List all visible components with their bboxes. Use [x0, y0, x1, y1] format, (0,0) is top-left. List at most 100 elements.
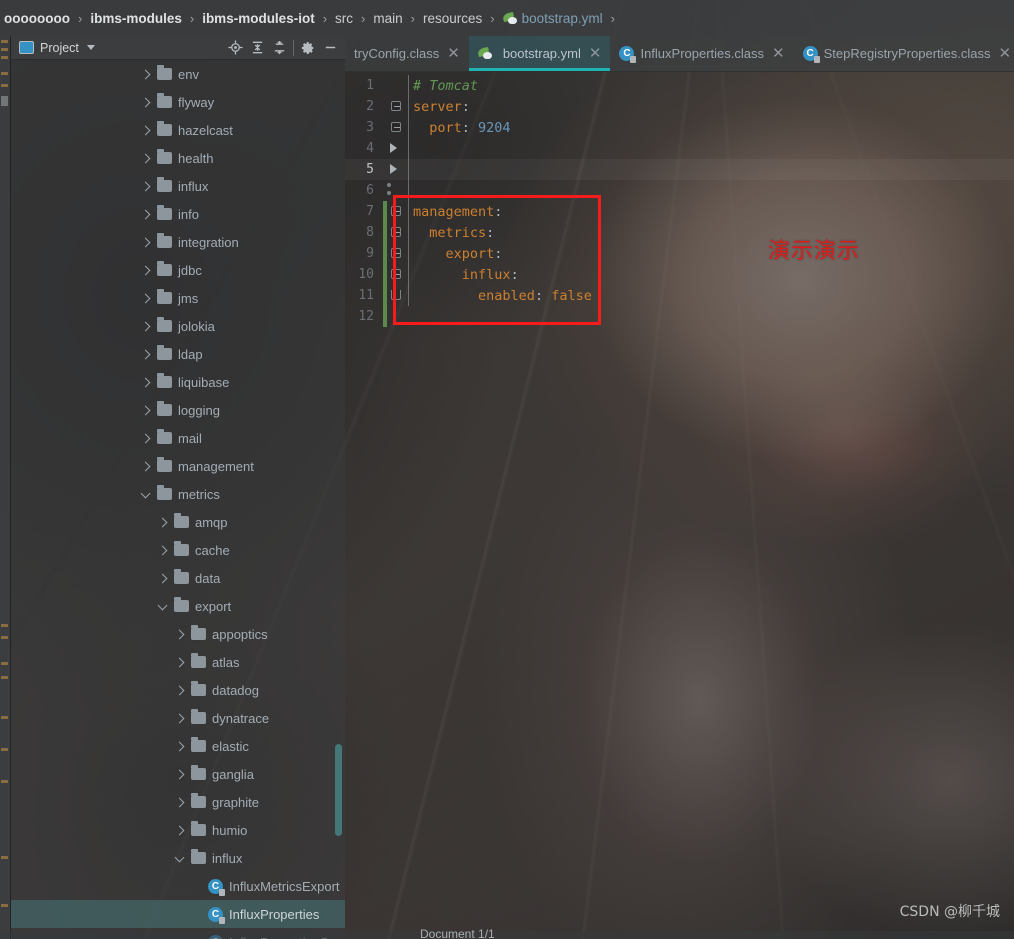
fold-collapse-icon[interactable] [391, 122, 401, 132]
tree-item-folder[interactable]: graphite [11, 788, 345, 816]
left-tool-strip[interactable] [0, 36, 11, 939]
editor-gutter[interactable] [383, 117, 409, 138]
tree-item-folder[interactable]: metrics [11, 480, 345, 508]
code-line[interactable]: 4 [345, 138, 1014, 159]
code-line[interactable]: 9 export: [345, 243, 1014, 264]
editor-gutter[interactable] [383, 306, 409, 327]
run-arrow-icon[interactable] [390, 143, 397, 153]
tree-item-folder[interactable]: env [11, 60, 345, 88]
code-line[interactable]: 11 enabled: false [345, 285, 1014, 306]
breadcrumb-item-main[interactable]: main [371, 11, 404, 26]
chevron-right-icon[interactable] [175, 713, 186, 724]
tree-item-folder[interactable]: export [11, 592, 345, 620]
editor-gutter[interactable] [383, 180, 409, 201]
chevron-right-icon[interactable] [141, 377, 152, 388]
close-tab-icon[interactable]: ✕ [447, 46, 460, 61]
chevron-down-icon[interactable] [86, 45, 95, 50]
tree-item-folder[interactable]: mail [11, 424, 345, 452]
chevron-right-icon[interactable] [141, 181, 152, 192]
tree-item-folder[interactable]: management [11, 452, 345, 480]
breadcrumb-item-ibms-modules[interactable]: ibms-modules [88, 11, 184, 26]
project-tree[interactable]: env flyway hazelcast health influx info integr… [11, 60, 345, 939]
chevron-right-icon[interactable] [175, 657, 186, 668]
tree-item-folder[interactable]: data [11, 564, 345, 592]
tree-item-folder[interactable]: dynatrace [11, 704, 345, 732]
tree-item-folder[interactable]: jdbc [11, 256, 345, 284]
editor-gutter[interactable] [383, 264, 409, 285]
breadcrumb-item-src[interactable]: src [333, 11, 355, 26]
code-line[interactable]: 3 port: 9204 [345, 117, 1014, 138]
tree-item-folder[interactable]: influx [11, 172, 345, 200]
chevron-right-icon[interactable] [141, 237, 152, 248]
editor-gutter[interactable] [383, 159, 409, 180]
tree-item-folder[interactable]: liquibase [11, 368, 345, 396]
sidebar-scrollbar-thumb[interactable] [335, 744, 342, 836]
breadcrumb-item-bootstrap-yml[interactable]: bootstrap.yml [501, 11, 605, 26]
code-line[interactable]: 12 [345, 306, 1014, 327]
tree-item-folder[interactable]: ganglia [11, 760, 345, 788]
editor-gutter[interactable] [383, 222, 409, 243]
tree-item-class[interactable]: C InfluxProperties [11, 900, 345, 928]
chevron-right-icon[interactable] [175, 685, 186, 696]
chevron-right-icon[interactable] [141, 153, 152, 164]
close-tab-icon[interactable]: ✕ [589, 46, 602, 61]
minimize-icon[interactable] [319, 37, 341, 59]
tree-item-folder[interactable]: appoptics [11, 620, 345, 648]
chevron-right-icon[interactable] [175, 769, 186, 780]
code-line[interactable]: 8 metrics: [345, 222, 1014, 243]
chevron-right-icon[interactable] [175, 797, 186, 808]
tree-item-folder[interactable]: flyway [11, 88, 345, 116]
chevron-right-icon[interactable] [175, 741, 186, 752]
chevron-right-icon[interactable] [141, 293, 152, 304]
breadcrumb-item-ibms-modules-iot[interactable]: ibms-modules-iot [200, 11, 317, 26]
chevron-right-icon[interactable] [141, 69, 152, 80]
tree-item-folder[interactable]: ldap [11, 340, 345, 368]
editor-gutter[interactable] [383, 138, 409, 159]
fold-collapse-icon[interactable] [391, 206, 401, 216]
chevron-down-icon[interactable] [141, 489, 152, 500]
tree-item-class[interactable]: C InfluxMetricsExport [11, 872, 345, 900]
chevron-right-icon[interactable] [158, 517, 169, 528]
tree-item-folder[interactable]: datadog [11, 676, 345, 704]
tree-item-folder[interactable]: logging [11, 396, 345, 424]
code-line[interactable]: 7 management: [345, 201, 1014, 222]
chevron-right-icon[interactable] [158, 573, 169, 584]
fold-collapse-icon[interactable] [391, 248, 401, 258]
editor-tab-stepregistryproperties-class[interactable]: C StepRegistryProperties.class ✕ [794, 36, 1014, 71]
code-line[interactable]: 1 # Tomcat [345, 75, 1014, 96]
close-tab-icon[interactable]: ✕ [772, 46, 785, 61]
tree-item-folder[interactable]: influx [11, 844, 345, 872]
editor-gutter[interactable] [383, 243, 409, 264]
fold-collapse-icon[interactable] [391, 101, 401, 111]
run-arrow-icon[interactable] [390, 164, 397, 174]
chevron-right-icon[interactable] [175, 825, 186, 836]
chevron-right-icon[interactable] [141, 209, 152, 220]
code-line[interactable]: 5 [345, 159, 1014, 180]
editor-tab-bootstrap-yml[interactable]: bootstrap.yml ✕ [468, 36, 611, 71]
code-line[interactable]: 10 influx: [345, 264, 1014, 285]
tree-item-folder[interactable]: humio [11, 816, 345, 844]
editor-gutter[interactable] [383, 96, 409, 117]
breadcrumb-item-oooooooo[interactable]: oooooooo [2, 11, 72, 26]
tree-item-folder[interactable]: hazelcast [11, 116, 345, 144]
tree-item-folder[interactable]: jms [11, 284, 345, 312]
collapse-all-icon[interactable] [268, 37, 290, 59]
close-tab-icon[interactable]: ✕ [999, 46, 1012, 61]
editor-gutter[interactable] [383, 285, 409, 306]
fold-collapse-icon[interactable] [391, 269, 401, 279]
chevron-right-icon[interactable] [141, 405, 152, 416]
tree-item-folder[interactable]: cache [11, 536, 345, 564]
editor-tab-tryconfig-class[interactable]: tryConfig.class ✕ [345, 36, 469, 71]
chevron-right-icon[interactable] [141, 97, 152, 108]
locate-target-icon[interactable] [224, 37, 246, 59]
chevron-right-icon[interactable] [141, 433, 152, 444]
chevron-right-icon[interactable] [175, 629, 186, 640]
editor-gutter[interactable] [383, 201, 409, 222]
tree-item-folder[interactable]: atlas [11, 648, 345, 676]
settings-gear-icon[interactable] [297, 37, 319, 59]
tree-item-folder[interactable]: health [11, 144, 345, 172]
tree-item-folder[interactable]: integration [11, 228, 345, 256]
editor-gutter[interactable] [383, 75, 409, 96]
tree-item-folder[interactable]: info [11, 200, 345, 228]
code-editor[interactable]: 1 # Tomcat 2 server: 3 port: 9204 4 5 6 7 managem… [345, 72, 1014, 939]
